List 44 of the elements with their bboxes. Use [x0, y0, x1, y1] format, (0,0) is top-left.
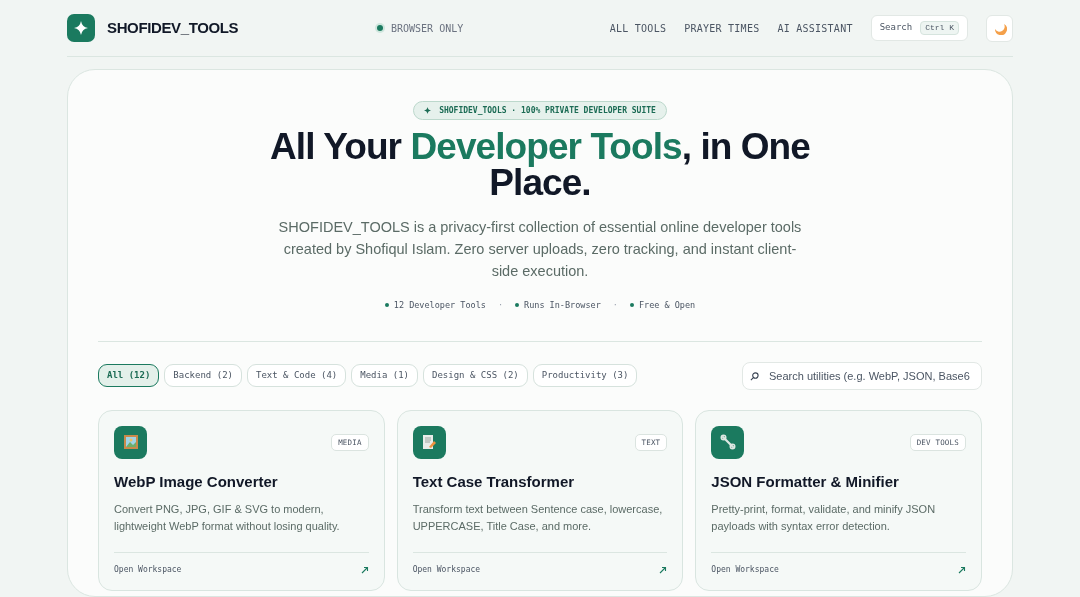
shortcut-key: Ctrl K	[920, 21, 959, 35]
tool-description: Transform text between Sentence case, lowercase, UPPERCASE, Title Case, and more.	[412, 502, 664, 535]
memo-icon	[421, 434, 438, 451]
arrow-icon	[958, 565, 966, 574]
separator: ·	[497, 299, 504, 312]
search-icon	[750, 371, 759, 381]
bullet-icon	[515, 303, 520, 308]
status-label: BROWSER ONLY	[391, 21, 464, 36]
headline: All Your Developer Tools, in One Place.	[269, 129, 811, 201]
tool-description: Pretty-print, format, validate, and minify JSON payloads with syntax error detection.	[711, 502, 937, 535]
filter-chip[interactable]: Media (1)	[351, 364, 419, 388]
filter-chip[interactable]: Backend (2)	[164, 364, 242, 388]
open-workspace-link[interactable]: Open Workspace	[412, 563, 481, 576]
filter-chip[interactable]: All (12)	[98, 364, 160, 388]
tool-description: Convert PNG, JPG, GIF & SVG to modern, lightweight WebP format without losing quality.	[114, 502, 341, 535]
stat-label: 12 Developer Tools	[393, 299, 486, 312]
filter-chip[interactable]: Text & Code (4)	[246, 364, 347, 388]
suite-badge: SHOFIDEV_TOOLS · 100% PRIVATE DEVELOPER SUITE	[413, 101, 667, 120]
arrow-icon	[360, 565, 369, 574]
nav-link[interactable]: ALL TOOLS	[609, 20, 667, 36]
moon-icon	[992, 21, 1007, 35]
separator: ·	[612, 299, 618, 312]
stat-label: Free & Open	[638, 299, 696, 312]
bullet-icon	[629, 303, 634, 308]
sparkle-icon	[424, 107, 432, 114]
theme-toggle-button[interactable]	[986, 14, 1013, 42]
tool-title: JSON Formatter & Minifier	[711, 471, 900, 492]
tool-title: Text Case Transformer	[412, 471, 576, 492]
search-button[interactable]: Search Ctrl K	[870, 15, 968, 41]
brand-name: SHOFIDEV_TOOLS	[107, 17, 239, 38]
open-workspace-link[interactable]: Open Workspace	[114, 563, 182, 576]
arrow-icon	[659, 565, 668, 574]
hero-description: SHOFIDEV_TOOLS is a privacy-first collection of essential online developer tools created by Shofiqul Islam. Zero server uploads, zero tracking, and instant client-side execution.	[277, 218, 803, 281]
open-workspace-link[interactable]: Open Workspace	[711, 563, 779, 576]
logo-icon	[67, 14, 95, 42]
stat-label: Runs In-Browser	[524, 299, 601, 312]
tool-title: WebP Image Converter	[114, 471, 279, 492]
nav-link[interactable]: PRAYER TIMES	[684, 20, 760, 36]
search-field[interactable]: Search utilities (e.g. WebP, JSON, Base6	[742, 361, 982, 390]
nav-link[interactable]: AI ASSISTANT	[777, 20, 853, 36]
framed-picture-icon	[122, 434, 139, 451]
bullet-icon	[384, 303, 389, 308]
filter-chip[interactable]: Productivity (3)	[532, 364, 638, 388]
filter-chip[interactable]: Design & CSS (2)	[423, 364, 528, 388]
